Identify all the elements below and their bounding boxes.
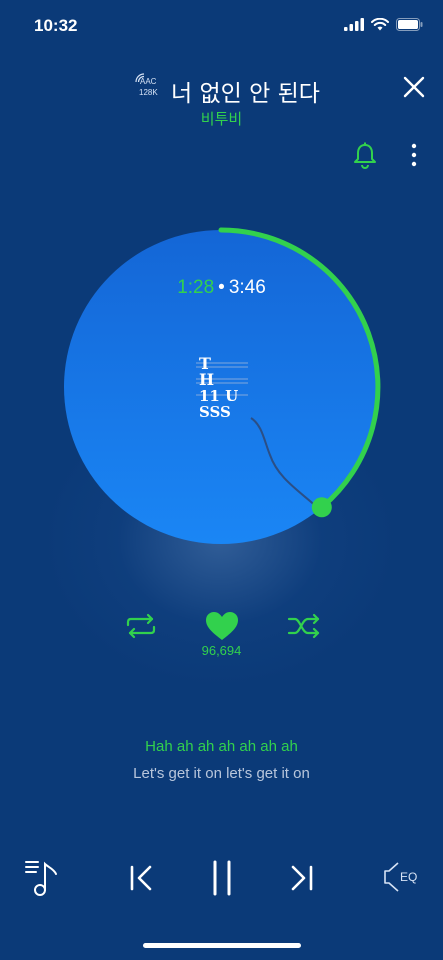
home-indicator[interactable] <box>143 943 301 948</box>
eq-label: EQ <box>400 870 418 884</box>
next-track-button[interactable] <box>287 863 317 893</box>
pause-button[interactable] <box>208 859 236 897</box>
lyric-current-line[interactable]: Hah ah ah ah ah ah ah <box>0 738 443 755</box>
heart-icon <box>206 612 238 640</box>
shuffle-icon <box>287 613 320 639</box>
album-art-line4: SSS <box>199 403 231 419</box>
equalizer-button[interactable]: EQ <box>383 860 425 894</box>
bottom-controls: EQ <box>0 850 443 910</box>
time-separator: • <box>218 277 225 298</box>
album-art[interactable]: T H 11 U SSS <box>190 353 250 419</box>
repeat-button[interactable] <box>124 613 158 639</box>
previous-track-button[interactable] <box>126 863 156 893</box>
skip-next-icon <box>291 865 313 891</box>
playlist-music-icon <box>25 861 57 896</box>
total-time: 3:46 <box>228 277 266 298</box>
progress-knob[interactable] <box>311 497 332 518</box>
current-time: 1:28 <box>177 277 215 298</box>
pause-icon <box>213 860 231 896</box>
repeat-icon <box>126 613 156 639</box>
lyric-next-line[interactable]: Let's get it on let's get it on <box>0 765 443 782</box>
like-count: 96,694 <box>201 643 242 658</box>
playlist-button[interactable] <box>24 858 62 898</box>
time-display: 1:28 • 3:46 <box>0 277 443 299</box>
player-circle <box>64 227 381 544</box>
mid-controls: 96,694 <box>0 610 443 670</box>
shuffle-button[interactable] <box>286 613 322 639</box>
skip-previous-icon <box>130 865 152 891</box>
like-button[interactable] <box>204 610 240 642</box>
